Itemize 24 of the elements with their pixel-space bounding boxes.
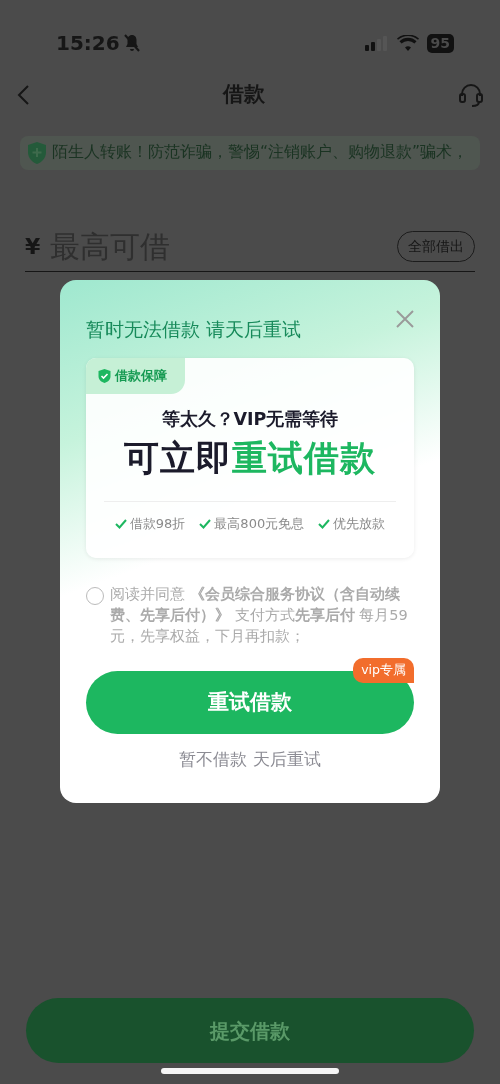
check-icon <box>199 518 212 529</box>
agreement-text: 阅读并同意 《会员综合服务协议（含自动续费、先享后付）》 支付方式先享后付 每月59元，先享权益，下月再扣款； <box>110 585 409 646</box>
benefit-text: 最高800元免息 <box>214 514 305 533</box>
tag-label: 借款保障 <box>115 367 167 386</box>
offer-subtitle: 等太久？VIP无需等待 <box>160 408 340 431</box>
shield-check-icon <box>98 369 111 383</box>
vip-badge: vip专属 <box>353 658 414 683</box>
check-icon <box>114 518 127 529</box>
benefit-text: 优先放款 <box>333 514 386 533</box>
wifi-icon <box>396 35 419 51</box>
battery-level: 95 <box>426 33 454 53</box>
signal-icon <box>364 35 389 51</box>
submit-button[interactable]: 提交借款 <box>26 998 474 1063</box>
currency-symbol: ¥ <box>25 233 41 261</box>
muted-bell-icon <box>123 34 140 52</box>
headset-icon[interactable] <box>458 82 484 108</box>
benefit-text: 借款98折 <box>129 514 186 533</box>
back-icon[interactable] <box>16 84 30 106</box>
dialog-title: 暂时无法借款 请天后重试 <box>86 318 302 342</box>
offer-headline: 可立即重试借款 <box>123 437 377 481</box>
agreement-checkbox[interactable] <box>86 587 104 605</box>
decline-link[interactable]: 暂不借款 天后重试 <box>173 746 327 774</box>
check-icon <box>318 518 331 529</box>
shield-icon <box>26 141 48 165</box>
